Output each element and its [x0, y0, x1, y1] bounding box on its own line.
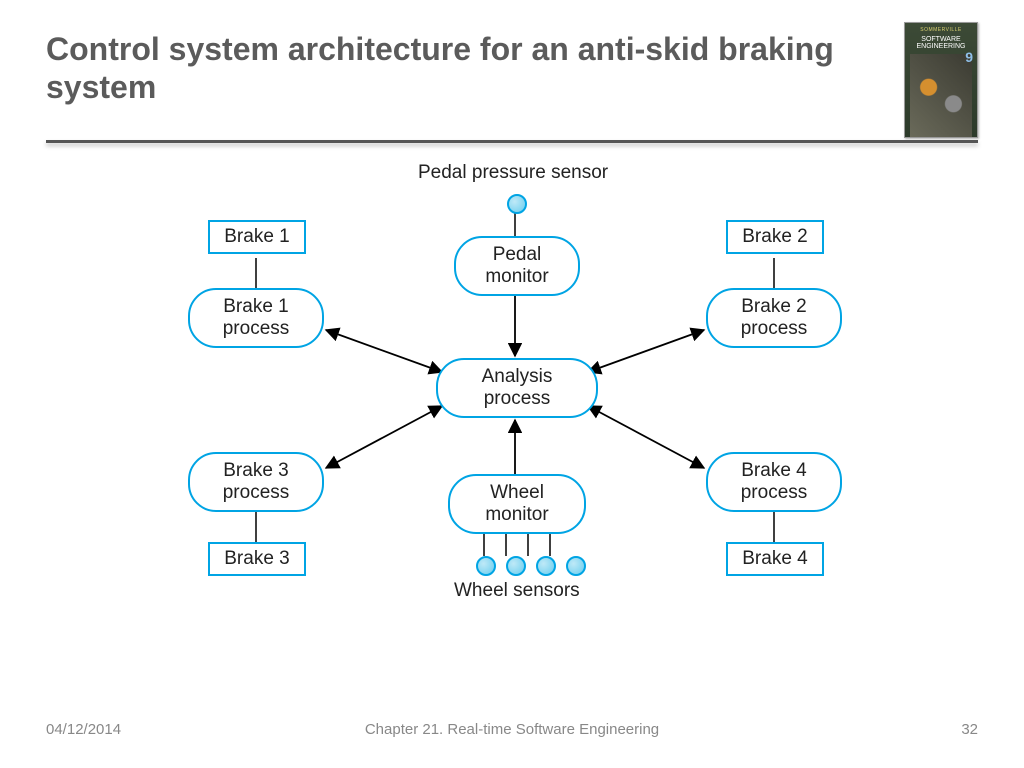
pedal-monitor: Pedalmonitor	[454, 236, 580, 296]
brake1-process: Brake 1process	[188, 288, 324, 348]
analysis-process: Analysisprocess	[436, 358, 598, 418]
brake3-process: Brake 3process	[188, 452, 324, 512]
pedal-sensor-dot-icon	[507, 194, 527, 219]
page-title: Control system architecture for an anti-…	[46, 30, 856, 107]
brake1-box: Brake 1	[208, 220, 306, 254]
wheel-sensor-dots-icon	[476, 556, 586, 576]
brake3-box: Brake 3	[208, 542, 306, 576]
diagram: Pedal pressure sensor Brake 1 Brake 2 Br…	[60, 158, 960, 678]
title-area: Control system architecture for an anti-…	[46, 30, 856, 107]
pedal-pressure-label: Pedal pressure sensor	[418, 162, 608, 184]
wheel-monitor: Wheelmonitor	[448, 474, 586, 534]
brake2-process: Brake 2process	[706, 288, 842, 348]
footer-page: 32	[961, 721, 978, 738]
book-author: SOMMERVILLE	[920, 27, 962, 33]
book-edition: 9	[965, 49, 973, 65]
wheel-sensors-label: Wheel sensors	[454, 580, 580, 602]
book-title: SOFTWARE ENGINEERING	[905, 36, 977, 50]
footer-chapter: Chapter 21. Real-time Software Engineeri…	[0, 721, 1024, 738]
book-cover-icon: SOMMERVILLE SOFTWARE ENGINEERING 9	[904, 22, 978, 138]
brake2-box: Brake 2	[726, 220, 824, 254]
header-divider	[46, 140, 978, 143]
brake4-process: Brake 4process	[706, 452, 842, 512]
slide: Control system architecture for an anti-…	[0, 0, 1024, 768]
book-art-icon	[910, 54, 972, 137]
brake4-box: Brake 4	[726, 542, 824, 576]
